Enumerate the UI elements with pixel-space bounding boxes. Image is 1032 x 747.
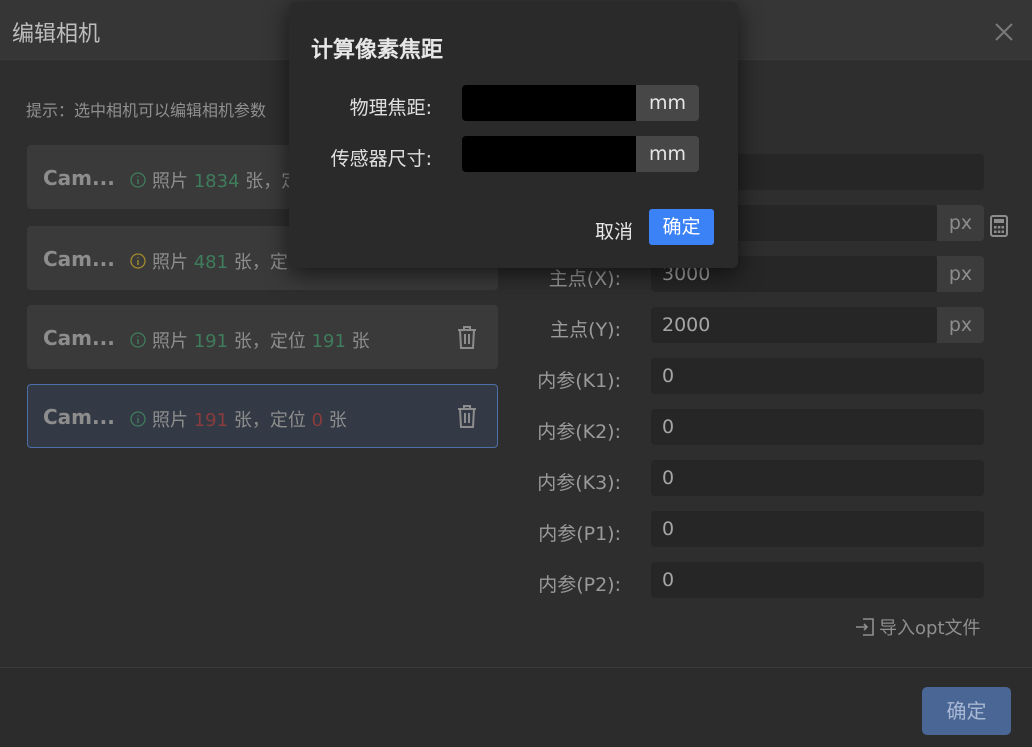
camera-info: 照片 1834 张，定 (130, 167, 299, 193)
photos-label: 照片 (152, 331, 188, 352)
info-icon (130, 253, 146, 269)
px-unit: px (937, 256, 984, 292)
k1-label: 内参(K1): (537, 370, 621, 392)
loc-label: 定 (269, 252, 288, 273)
k2-input[interactable]: 0 (651, 409, 984, 445)
mm-unit: mm (636, 85, 699, 121)
mm-unit: mm (636, 136, 699, 172)
pixel-focal-popup: 计算像素焦距 物理焦距: mm 传感器尺寸: mm 取消 确定 (289, 2, 738, 268)
sensor-size-input[interactable] (462, 136, 636, 172)
popup-title: 计算像素焦距 (311, 38, 444, 63)
p2-label: 内参(P2): (538, 574, 621, 596)
principal-y-input[interactable]: 2000 (651, 307, 937, 343)
loc-unit: 张 (351, 331, 370, 352)
photo-count: 1834 (193, 171, 240, 192)
principal-y-label: 主点(Y): (550, 319, 621, 341)
camera-list-item[interactable]: Cam... 照片 191 张，定位 191 张 (27, 305, 498, 369)
info-icon (130, 172, 146, 188)
trash-icon[interactable] (456, 324, 478, 350)
dialog-footer (0, 667, 1032, 747)
trash-icon[interactable] (456, 403, 478, 429)
calculator-icon[interactable] (990, 215, 1008, 237)
dialog-title: 编辑相机 (12, 22, 101, 47)
camera-list-item-selected[interactable]: Cam... 照片 191 张，定位 0 张 (27, 384, 498, 448)
hint-text: 提示：选中相机可以编辑相机参数 (26, 101, 267, 120)
photo-count: 191 (193, 410, 229, 431)
principal-x-label: 主点(X): (548, 268, 621, 290)
px-unit: px (937, 205, 984, 241)
sensor-size-label: 传感器尺寸: (330, 148, 432, 170)
photos-label: 照片 (152, 410, 188, 431)
popup-cancel-button[interactable]: 取消 (595, 217, 633, 244)
photos-label: 照片 (152, 171, 188, 192)
camera-name: Cam... (43, 326, 115, 350)
edit-camera-dialog: 编辑相机 提示：选中相机可以编辑相机参数 Cam... 照片 1834 张，定 … (0, 0, 1032, 747)
import-opt-link[interactable]: 导入opt文件 (855, 614, 981, 640)
camera-info: 照片 481 张，定 (130, 248, 288, 274)
p1-input[interactable]: 0 (651, 511, 984, 547)
camera-name: Cam... (43, 166, 115, 190)
unit-label: 张， (233, 331, 270, 352)
located-count: 0 (311, 410, 324, 431)
p1-label: 内参(P1): (538, 523, 621, 545)
unit-label: 张， (233, 410, 270, 431)
p2-input[interactable]: 0 (651, 562, 984, 598)
import-icon (856, 618, 874, 636)
import-label: 导入opt文件 (879, 618, 981, 639)
k2-label: 内参(K2): (537, 421, 621, 443)
photo-count: 481 (193, 252, 229, 273)
loc-unit: 张 (328, 410, 347, 431)
located-count: 191 (311, 331, 346, 352)
k3-input[interactable]: 0 (651, 460, 984, 496)
photo-count: 191 (193, 331, 229, 352)
camera-info: 照片 191 张，定位 191 张 (130, 327, 370, 353)
unit-label: 张， (245, 171, 282, 192)
camera-info: 照片 191 张，定位 0 张 (130, 406, 347, 432)
physical-focal-input[interactable] (462, 85, 636, 121)
k3-label: 内参(K3): (537, 472, 621, 494)
photos-label: 照片 (152, 252, 188, 273)
unit-label: 张， (233, 252, 270, 273)
loc-label: 定位 (269, 331, 306, 352)
close-icon[interactable] (992, 20, 1016, 44)
camera-name: Cam... (43, 405, 115, 429)
info-icon (130, 332, 146, 348)
k1-input[interactable]: 0 (651, 358, 984, 394)
px-unit: px (937, 307, 984, 343)
info-icon (130, 411, 146, 427)
camera-name: Cam... (43, 247, 115, 271)
confirm-button[interactable]: 确定 (922, 687, 1011, 735)
physical-focal-label: 物理焦距: (349, 97, 432, 119)
loc-label: 定位 (269, 410, 306, 431)
popup-confirm-button[interactable]: 确定 (649, 209, 714, 245)
